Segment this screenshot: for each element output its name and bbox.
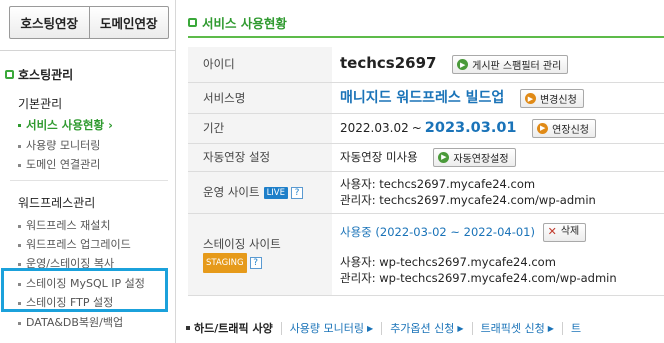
row-live-site: 운영 사이트 LIVE? 사용자: techcs2697.mycafe24.com… xyxy=(188,171,664,214)
title-underline xyxy=(188,36,664,38)
sidebar-item-label: 워드프레스 재설치 xyxy=(26,219,111,232)
staging-user-url[interactable]: 사용자: wp-techcs2697.mycafe24.com xyxy=(340,254,664,270)
bullet-icon xyxy=(186,326,190,330)
row-label: 서비스명 xyxy=(188,82,332,114)
auto-renew-status: 자동연장 미사용 xyxy=(340,149,418,164)
row-label: 운영 사이트 xyxy=(203,185,260,199)
bullet-icon xyxy=(18,224,21,228)
sidebar-group-wordpress: 워드프레스관리 xyxy=(18,196,96,210)
spam-filter-button[interactable]: ▶ 게시판 스팸필터 관리 xyxy=(452,55,569,75)
account-id: techcs2697 xyxy=(340,54,437,73)
bullet-icon xyxy=(18,243,21,247)
chevron-right-icon: › xyxy=(108,118,113,132)
sidebar-item-wp-reinstall[interactable]: 워드프레스 재설치 xyxy=(18,217,110,233)
tab-trafficset-request[interactable]: 트래픽셋 신청 ▶ xyxy=(481,320,554,336)
title-bullet-icon xyxy=(188,18,197,27)
bottom-tab-bar: 하드/트래픽 사양 사용량 모니터링 ▶ 추가옵션 신청 ▶ 트래픽셋 신청 ▶ 트 xyxy=(186,313,664,343)
row-auto-renew: 자동연장 설정 자동연장 미사용 ▶ 자동연장설정 xyxy=(188,143,664,172)
hosting-renew-button[interactable]: 호스팅연장 xyxy=(10,7,89,38)
sidebar-item-data-db-backup[interactable]: DATA&DB복원/백업 xyxy=(18,314,123,330)
close-icon: ✕ xyxy=(547,225,557,238)
service-name: 매니지드 워드프레스 빌드업 xyxy=(340,90,505,106)
change-request-button[interactable]: ▶ 변경신청 xyxy=(519,89,584,108)
staging-badge: STAGING xyxy=(203,253,247,273)
period-end: 2023.03.01 xyxy=(424,119,517,136)
arrow-right-icon: ▶ xyxy=(537,122,549,134)
help-icon[interactable]: ? xyxy=(291,186,303,199)
row-label: 기간 xyxy=(188,113,332,144)
section-title-label: 호스팅관리 xyxy=(18,68,74,82)
row-service: 서비스명 매니지드 워드프레스 빌드업 ▶ 변경신청 xyxy=(188,82,664,114)
row-label: 자동연장 설정 xyxy=(188,143,332,172)
sidebar: 호스팅연장 도메인연장 호스팅관리 기본관리 서비스 사용현황 › 사용량 모니… xyxy=(0,0,176,343)
help-icon[interactable]: ? xyxy=(249,257,262,269)
tab-separator xyxy=(471,321,473,335)
section-bullet-icon xyxy=(5,70,14,79)
service-info-table: 아이디 techcs2697 ▶ 게시판 스팸필터 관리 서비스명 매니지드 워드… xyxy=(188,47,664,296)
live-admin-url[interactable]: 관리자: techcs2697.mycafe24.com/wp-admin xyxy=(340,192,664,208)
sidebar-item-label: 사용량 모니터링 xyxy=(26,139,101,152)
sidebar-section-title: 호스팅관리 xyxy=(5,66,73,83)
row-label: 아이디 xyxy=(188,47,332,83)
tab-hard-traffic-spec[interactable]: 하드/트래픽 사양 xyxy=(186,320,273,336)
row-period: 기간 2022.03.02 ~2023.03.01 ▶ 연장신청 xyxy=(188,113,664,144)
bullet-icon xyxy=(18,144,21,148)
triangle-right-icon: ▶ xyxy=(457,323,464,333)
live-badge: LIVE xyxy=(263,186,288,199)
page-title: 서비스 사용현황 xyxy=(188,13,287,32)
arrow-right-icon: ▶ xyxy=(457,59,469,71)
sidebar-item-domain-connection[interactable]: 도메인 연결관리 xyxy=(18,156,100,172)
arrow-right-icon: ▶ xyxy=(438,151,450,163)
bullet-icon xyxy=(18,321,21,325)
staging-admin-url[interactable]: 관리자: wp-techcs2697.mycafe24.com/wp-admin xyxy=(340,270,664,286)
row-label: 스테이징 사이트 xyxy=(203,237,281,251)
sidebar-group-basic: 기본관리 xyxy=(18,97,63,111)
sidebar-item-label: DATA&DB복원/백업 xyxy=(26,316,124,329)
tab-usage-monitoring[interactable]: 사용량 모니터링 ▶ xyxy=(290,320,374,336)
tab-addon-request[interactable]: 추가옵션 신청 ▶ xyxy=(390,320,463,336)
highlight-box xyxy=(1,268,168,312)
sidebar-item-wp-upgrade[interactable]: 워드프레스 업그레이드 xyxy=(18,236,131,252)
sidebar-item-label: 워드프레스 업그레이드 xyxy=(26,238,131,251)
sidebar-group-divider xyxy=(10,180,168,181)
row-staging-site: 스테이징 사이트 STAGING? 사용중 (2022-03-02 ~ 2022… xyxy=(188,213,664,296)
arrow-right-icon: ▶ xyxy=(524,93,536,104)
domain-renew-button[interactable]: 도메인연장 xyxy=(88,7,169,38)
period-start: 2022.03.02 xyxy=(340,120,409,135)
sidebar-item-usage-monitoring[interactable]: 사용량 모니터링 xyxy=(18,137,100,153)
renew-request-button[interactable]: ▶ 연장신청 xyxy=(532,118,596,138)
bullet-icon xyxy=(18,262,21,266)
tab-separator xyxy=(381,321,383,335)
tab-separator xyxy=(280,321,282,335)
staging-delete-button[interactable]: ✕ 삭제 xyxy=(542,222,587,242)
staging-status: 사용중 (2022-03-02 ~ 2022-04-01) xyxy=(340,224,535,239)
auto-renew-setting-button[interactable]: ▶ 자동연장설정 xyxy=(433,147,516,167)
live-user-url[interactable]: 사용자: techcs2697.mycafe24.com xyxy=(340,176,664,192)
bullet-icon xyxy=(18,163,21,167)
period-separator: ~ xyxy=(411,120,422,135)
page-title-label: 서비스 사용현황 xyxy=(202,16,287,31)
bullet-icon xyxy=(18,124,21,127)
triangle-right-icon: ▶ xyxy=(367,323,374,333)
sidebar-divider xyxy=(0,50,176,51)
tab-separator xyxy=(561,321,563,335)
row-id: 아이디 techcs2697 ▶ 게시판 스팸필터 관리 xyxy=(188,47,664,83)
top-button-group: 호스팅연장 도메인연장 xyxy=(9,6,169,39)
sidebar-item-label: 도메인 연결관리 xyxy=(26,158,101,171)
sidebar-item-label: 서비스 사용현황 xyxy=(26,118,105,132)
sidebar-item-service-status[interactable]: 서비스 사용현황 › xyxy=(18,117,113,133)
triangle-right-icon: ▶ xyxy=(547,323,554,333)
tab-truncated[interactable]: 트 xyxy=(571,320,581,336)
